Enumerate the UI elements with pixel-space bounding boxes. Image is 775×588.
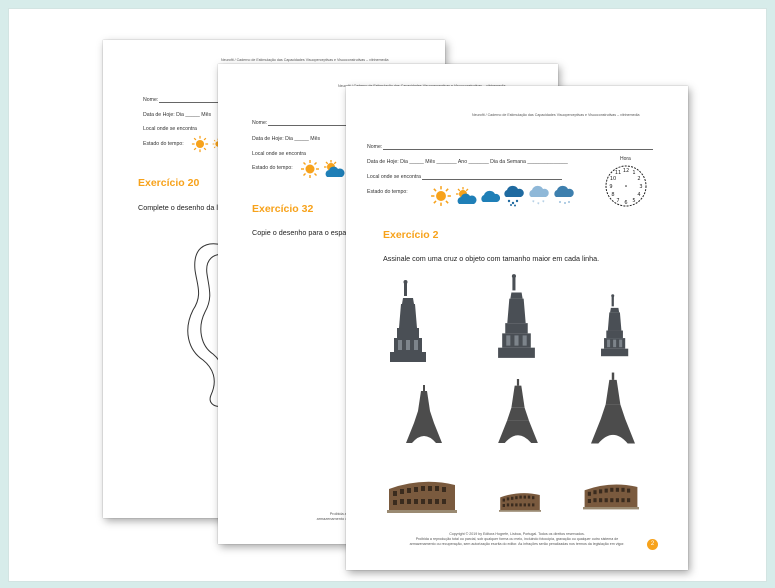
sun-cloud-icon — [455, 186, 477, 206]
cloud-icon — [480, 189, 500, 203]
svg-text:8: 8 — [611, 192, 614, 198]
place-field: Local onde se encontra — [367, 174, 562, 180]
weather-icons: * * * — [430, 185, 575, 207]
eiffel-tower-medium[interactable] — [498, 379, 538, 443]
rain-cloud-icon — [503, 185, 525, 207]
exercise-instruction: Complete o desenho da l — [138, 203, 218, 212]
svg-text:*: * — [537, 202, 540, 207]
clock-icon: 12 1 2 345 678 9 10 11 — [604, 164, 648, 208]
worksheet-page-front: Neurofit / Caderno de Estimulação das Ca… — [346, 86, 688, 570]
statue-of-liberty-smallest[interactable] — [598, 290, 632, 362]
name-field: Nome: — [367, 144, 654, 150]
svg-text:2: 2 — [637, 176, 640, 182]
svg-text:3: 3 — [639, 184, 642, 190]
cloud-icon — [553, 185, 575, 207]
statue-of-liberty-large[interactable] — [494, 270, 540, 364]
sun-icon — [430, 185, 452, 207]
svg-text:7: 7 — [616, 198, 619, 204]
sun-cloud-icon — [323, 159, 345, 179]
svg-text:6: 6 — [624, 200, 627, 206]
svg-text:5: 5 — [632, 198, 635, 204]
colosseum-medium[interactable] — [583, 480, 639, 510]
page-header: Neurofit / Caderno de Estimulação das Ca… — [472, 113, 640, 117]
svg-text:11: 11 — [615, 170, 621, 176]
svg-text:1: 1 — [632, 170, 635, 176]
snow-cloud-icon: * * * — [528, 185, 550, 207]
svg-text:*: * — [542, 200, 545, 206]
weather-field: Estado do tempo: — [367, 189, 408, 195]
date-field: Data de Hoje: Dia _____ Mês — [143, 112, 212, 118]
exercise-title: Exercício 32 — [252, 203, 314, 215]
colosseum-large[interactable] — [387, 477, 457, 513]
date-field: Data de Hoje: Dia _____ Mês _______ Ano … — [367, 159, 568, 165]
svg-text:*: * — [532, 200, 535, 206]
exercise-title: Exercício 20 — [138, 177, 200, 189]
eiffel-tower-large[interactable] — [591, 372, 635, 444]
svg-text:9: 9 — [609, 184, 612, 190]
sun-icon — [191, 135, 209, 153]
svg-text:10: 10 — [610, 176, 616, 182]
clock-label: Hora — [620, 156, 631, 162]
page-number: 2 — [647, 539, 658, 550]
place-field: Local onde se encontra — [252, 151, 306, 157]
svg-text:12: 12 — [623, 168, 629, 174]
weather-field: Estado do tempo: — [252, 165, 293, 171]
page-header: Neurofit / Caderno de Estimulação das Ca… — [221, 58, 389, 62]
svg-text:4: 4 — [637, 192, 640, 198]
exercise-instruction: Copie o desenho para o espa — [252, 228, 347, 237]
weather-field: Estado do tempo: — [143, 141, 184, 147]
eiffel-tower-small[interactable] — [406, 385, 442, 443]
exercise-instruction: Assinale com uma cruz o objeto com taman… — [383, 254, 600, 263]
date-field: Data de Hoje: Dia _____ Mês — [252, 136, 321, 142]
colosseum-small[interactable] — [499, 489, 541, 513]
footer-line: armazenamento ou recuperação, sem autori… — [409, 542, 625, 546]
place-field: Local onde se encontra — [143, 126, 197, 132]
sun-icon — [300, 159, 320, 179]
statue-of-liberty-small[interactable] — [386, 280, 431, 364]
exercise-title: Exercício 2 — [383, 229, 439, 241]
